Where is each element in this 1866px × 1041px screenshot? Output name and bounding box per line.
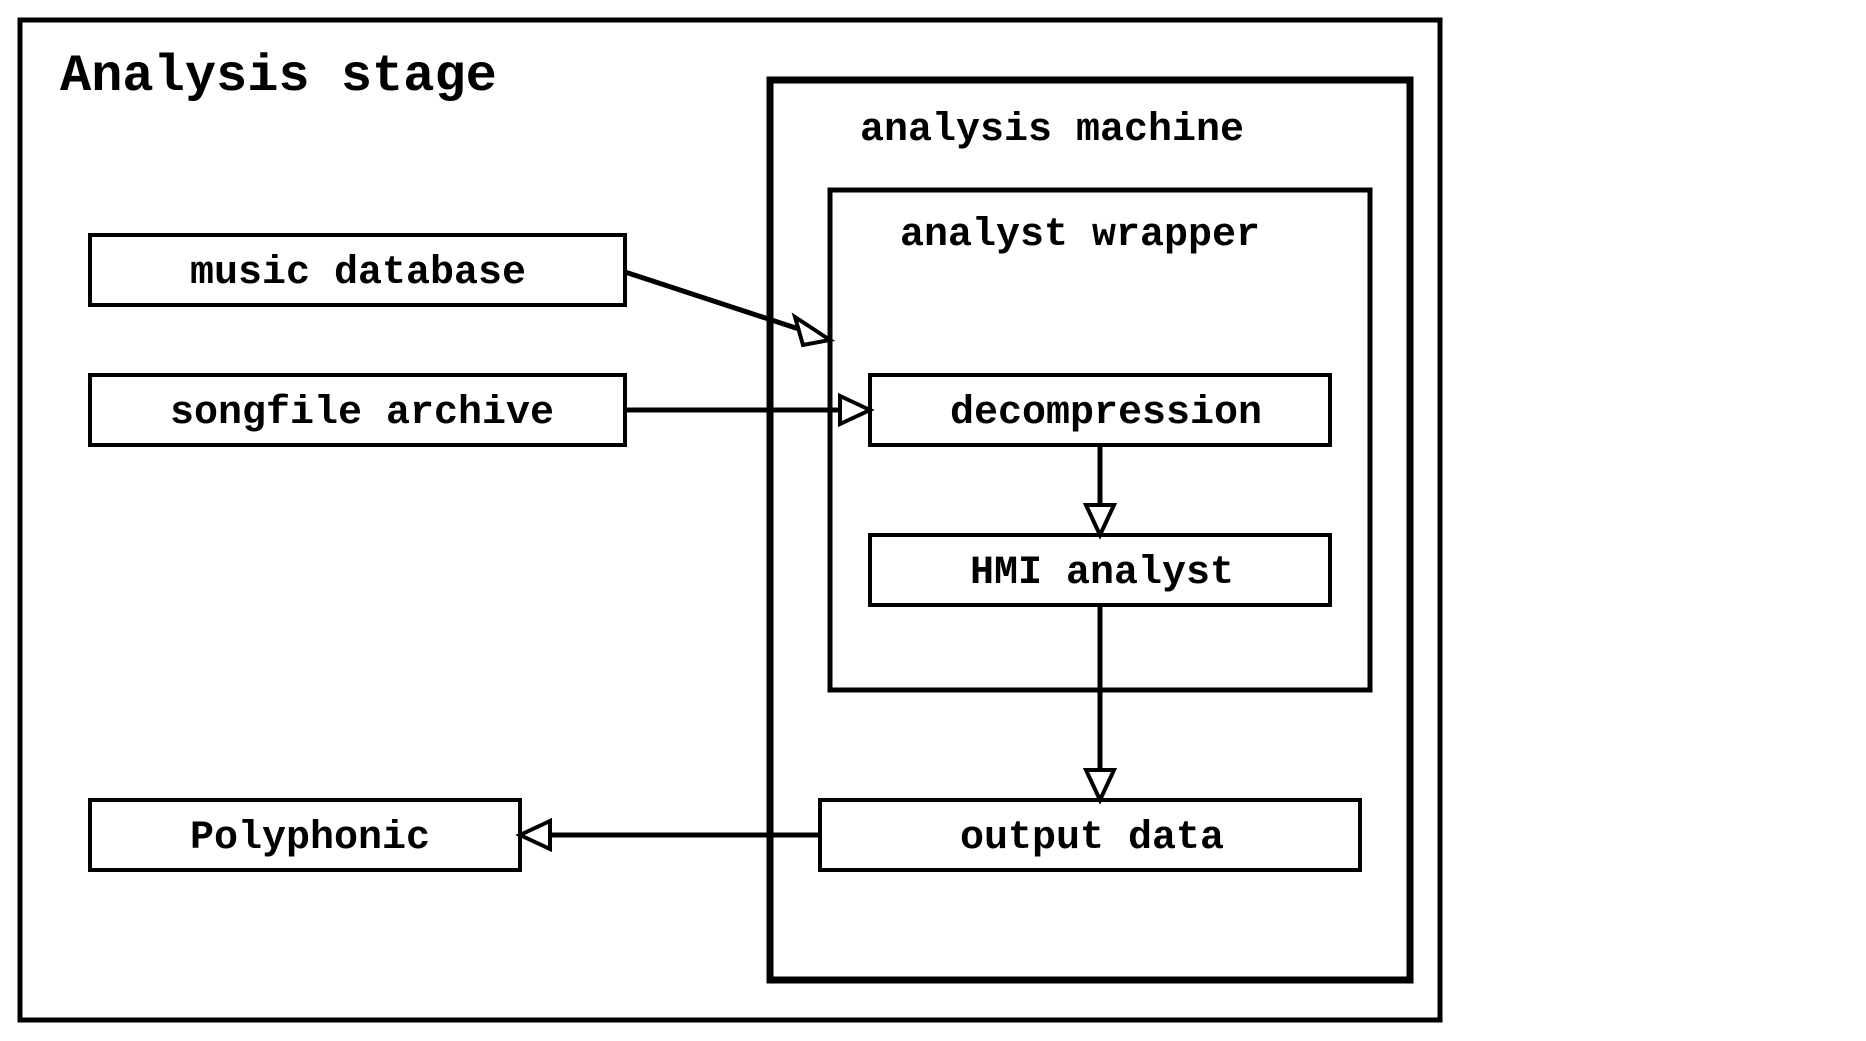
polyphonic-label: Polyphonic [190,816,430,861]
hmi-analyst-label: HMI analyst [970,551,1234,596]
output-data-label: output data [960,816,1224,861]
edge-musicdb-to-wrapper [625,272,830,345]
music-database-label: music database [190,251,526,296]
edge-hmi-to-output [1086,605,1114,800]
songfile-archive-label: songfile archive [170,391,554,436]
edge-output-to-polyphonic [520,821,820,849]
analysis-stage-title: Analysis stage [60,47,497,106]
edge-decompression-to-hmi [1086,445,1114,535]
analyst-wrapper-label: analyst wrapper [900,213,1260,258]
decompression-label: decompression [950,391,1262,436]
edge-songfile-to-decompression [625,396,870,424]
analysis-machine-label: analysis machine [860,108,1244,153]
